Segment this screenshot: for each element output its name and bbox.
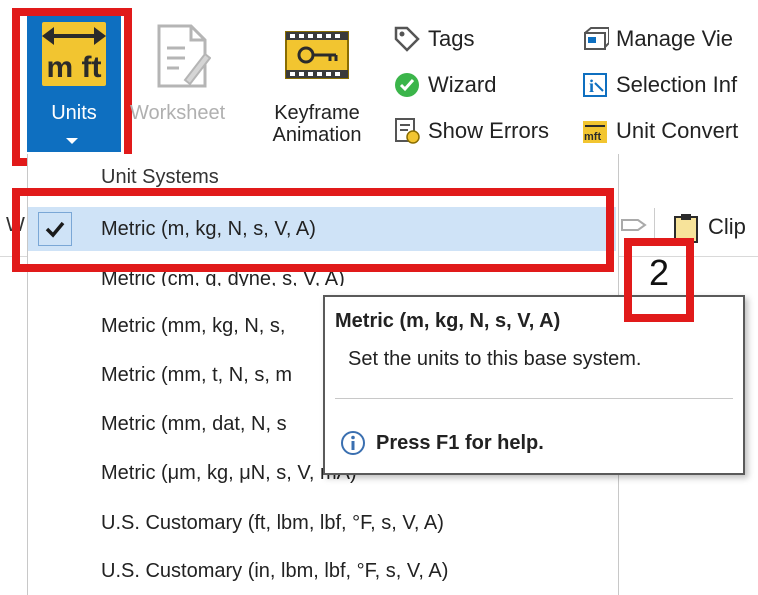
unit-converter-button[interactable]: mft Unit Convert (580, 116, 738, 146)
svg-text:i: i (589, 76, 594, 96)
clip-label: Clip (708, 214, 746, 239)
selection-info-label: Selection Inf (616, 72, 738, 97)
callout-number: 2 (648, 252, 670, 293)
keyframe-animation-button[interactable]: Keyframe Animation (258, 102, 376, 146)
tooltip-divider (335, 398, 733, 399)
worksheet-icon (155, 24, 212, 90)
manage-views-label: Manage Vie (616, 26, 734, 51)
menu-item-metric-mm-dat[interactable]: Metric (mm, dat, N, s (101, 413, 287, 436)
check-circle-icon (392, 70, 422, 100)
worksheet-button[interactable]: Worksheet (130, 102, 225, 125)
show-errors-button[interactable]: Show Errors (392, 116, 549, 146)
tag-icon (392, 24, 422, 54)
info-circle-icon (341, 431, 365, 455)
unit-converter-icon: mft (580, 116, 610, 146)
info-icon: i (580, 70, 610, 100)
menu-item-metric-mm-t[interactable]: Metric (mm, t, N, s, m (101, 364, 292, 387)
manage-views-icon (580, 24, 610, 54)
tags-button[interactable]: Tags (392, 24, 474, 54)
unit-converter-label: Unit Convert (616, 118, 739, 143)
tooltip-help-text: Press F1 for help. (376, 431, 544, 454)
selection-info-button[interactable]: i Selection Inf (580, 70, 737, 100)
label-tool-icon (618, 210, 648, 240)
highlight-box-units (12, 8, 132, 166)
wizard-label: Wizard (428, 72, 497, 97)
key-icon (282, 30, 352, 80)
menu-header: Unit Systems (101, 166, 219, 188)
menu-item-us-ft[interactable]: U.S. Customary (ft, lbm, lbf, °F, s, V, … (101, 512, 444, 535)
tags-label: Tags (428, 26, 475, 51)
show-errors-label: Show Errors (428, 118, 550, 143)
wizard-button[interactable]: Wizard (392, 70, 496, 100)
menu-item-metric-mm-kg[interactable]: Metric (mm, kg, N, s, (101, 315, 285, 338)
keyframe-label-line1: Keyframe (274, 102, 360, 124)
errors-icon (392, 116, 422, 146)
manage-views-button[interactable]: Manage Vie (580, 24, 733, 54)
tooltip-description: Set the units to this base system. (348, 348, 642, 370)
highlight-box-metric (12, 188, 614, 272)
menu-item-us-in[interactable]: U.S. Customary (in, lbm, lbf, °F, s, V, … (101, 560, 448, 583)
svg-text:mft: mft (584, 131, 601, 143)
menu-item-metric-um-kg[interactable]: Metric (μm, kg, μN, s, V, mA) (101, 462, 357, 485)
tooltip-title: Metric (m, kg, N, s, V, A) (335, 310, 561, 332)
keyframe-label-line2: Animation (272, 124, 362, 146)
tooltip-help: Press F1 for help. (340, 430, 544, 456)
